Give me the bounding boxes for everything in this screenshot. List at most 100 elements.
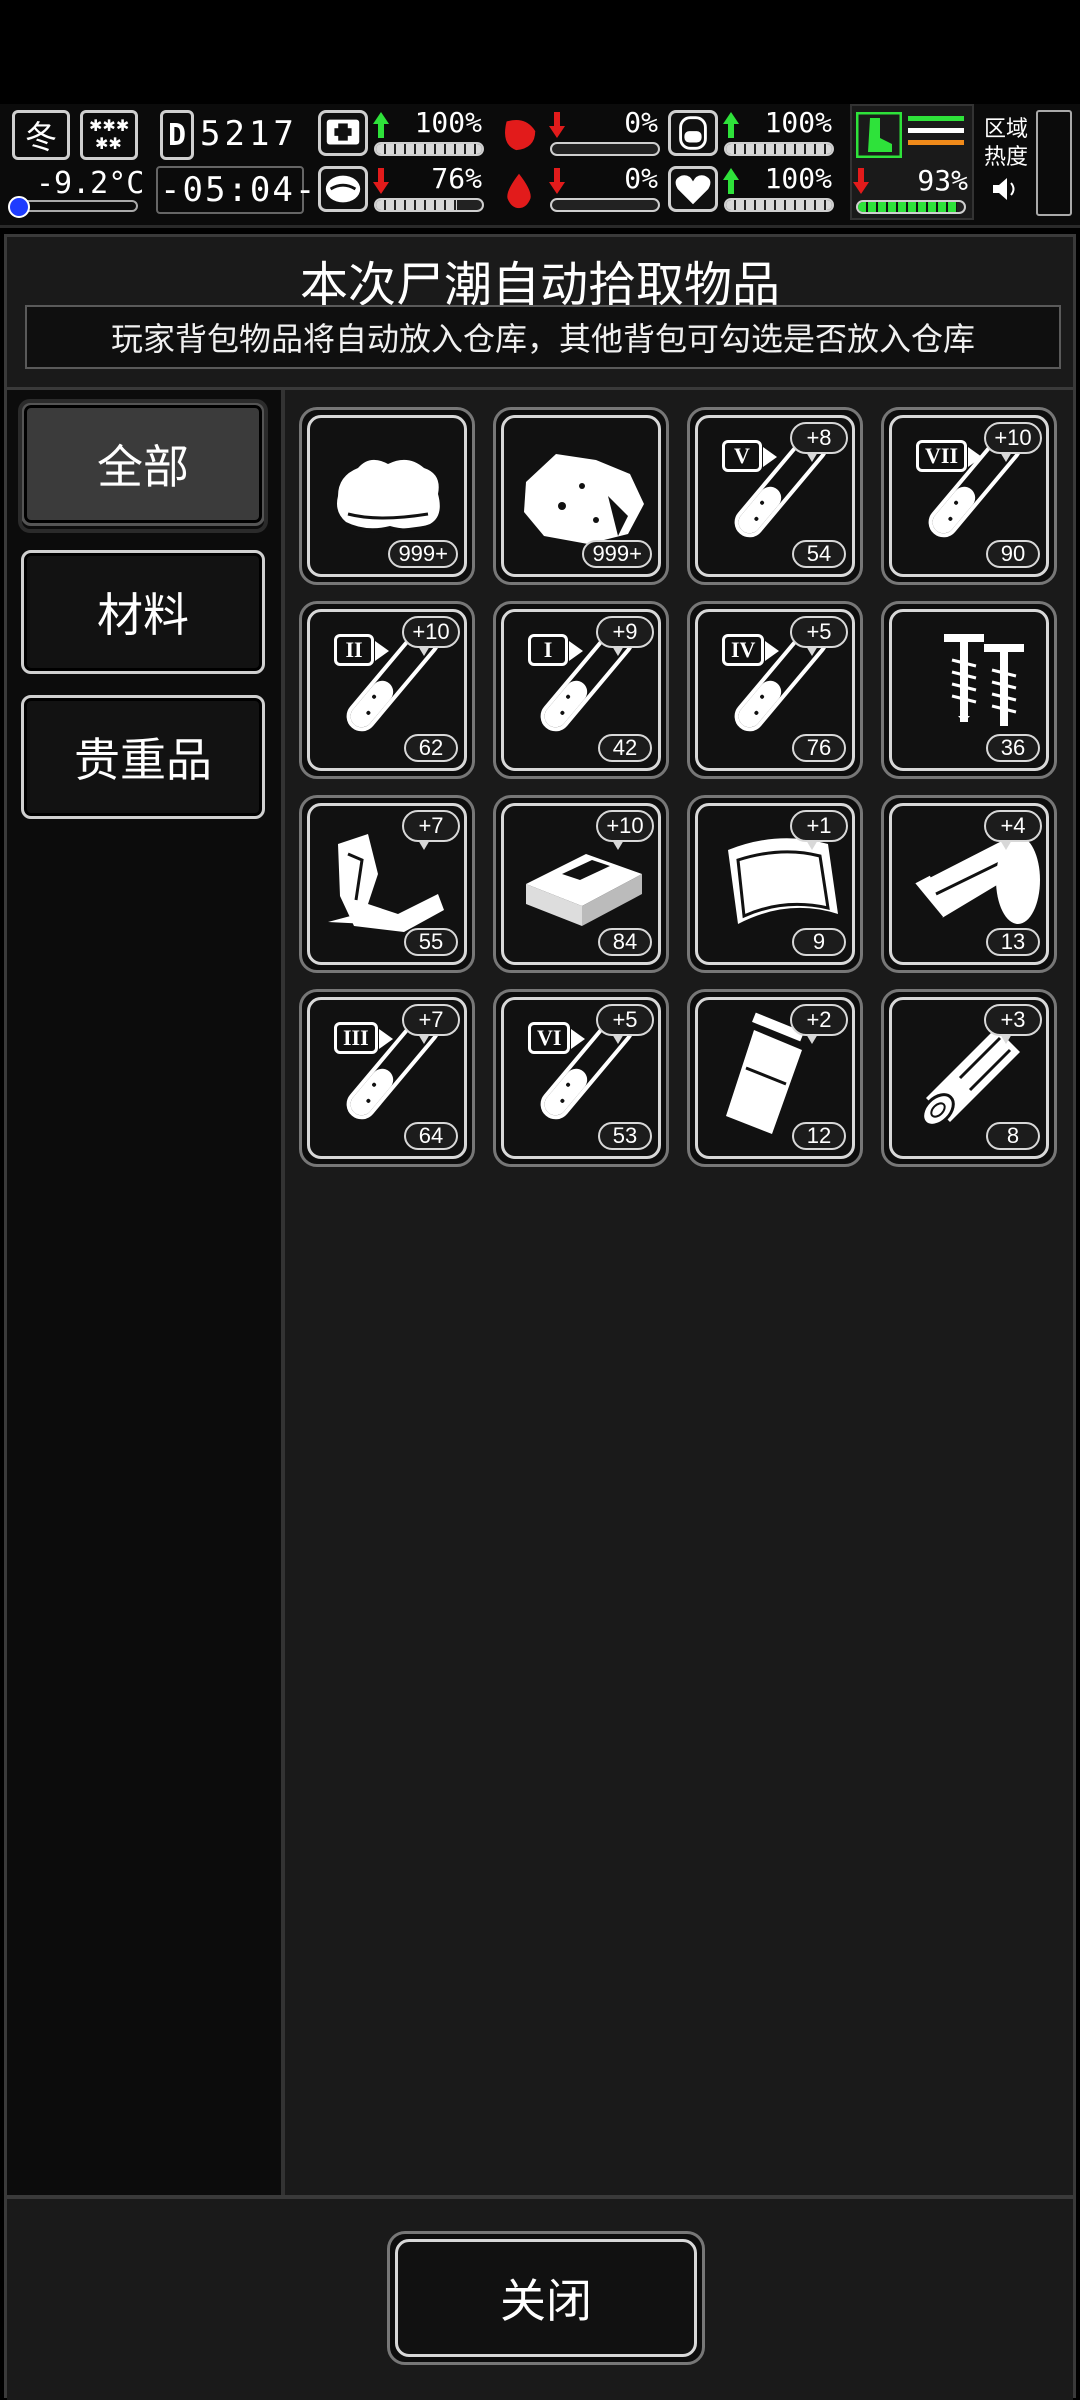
hunger-pct: 0% [624, 106, 658, 139]
tier-label: III [334, 1022, 393, 1054]
stamina-lines [908, 116, 964, 145]
item-slot[interactable]: +2 12 [687, 989, 863, 1167]
category-sidebar: 全部 材料 贵重品 [7, 390, 285, 2195]
day-prefix-box: D [160, 110, 194, 160]
mental-icon [318, 166, 368, 212]
item-count: 84 [598, 928, 652, 956]
region-heat-label: 区域热度 [984, 117, 1029, 170]
bonus-badge: +8 [790, 422, 848, 462]
item-slot[interactable]: +7 55 [299, 795, 475, 973]
temperature-knob [8, 196, 30, 218]
dialog-subtitle: 玩家背包物品将自动放入仓库，其他背包可勾选是否放入仓库 [25, 305, 1061, 369]
close-button-label: 关闭 [500, 2274, 592, 2328]
tab-valuables[interactable]: 贵重品 [21, 695, 265, 819]
tab-valuables-label: 贵重品 [74, 733, 212, 787]
item-slot[interactable]: +3 8 [881, 989, 1057, 1167]
item-count: 76 [792, 734, 846, 762]
item-slot[interactable]: IV +5 76 [687, 601, 863, 779]
bonus-badge: +5 [596, 1004, 654, 1044]
stamina-pct: 93% [917, 164, 968, 197]
mental-bar [374, 198, 484, 212]
tier-label: I [528, 634, 583, 666]
boot-icon [855, 111, 903, 159]
item-slot[interactable]: +10 84 [493, 795, 669, 973]
temperature-readout: -9.2°C [36, 166, 145, 201]
ore-rock-icon [524, 454, 644, 544]
item-count: 9 [792, 928, 846, 956]
item-slot[interactable]: I +9 42 [493, 601, 669, 779]
heart-bar [724, 198, 834, 212]
thirst-icon [494, 166, 544, 212]
tab-materials-label: 材料 [97, 588, 189, 642]
heart-icon [668, 166, 718, 212]
item-count: 999+ [388, 540, 458, 568]
tab-all[interactable]: 全部 [18, 399, 268, 533]
heart-pct: 100% [764, 162, 832, 195]
item-slot[interactable]: +4 13 [881, 795, 1057, 973]
energy-pct: 100% [764, 106, 832, 139]
region-heat-meter [1036, 110, 1072, 216]
thirst-pct: 0% [624, 162, 658, 195]
bonus-badge: +1 [790, 810, 848, 850]
dialog-footer: 关闭 [7, 2195, 1073, 2400]
item-count: 55 [404, 928, 458, 956]
svg-text:✱✱✱: ✱✱✱ [89, 117, 129, 135]
item-count: 12 [792, 1122, 846, 1150]
item-count: 54 [792, 540, 846, 568]
item-slot[interactable]: 999+ [299, 407, 475, 585]
item-count: 62 [404, 734, 458, 762]
tier-label: II [334, 634, 389, 666]
item-slot[interactable]: VII +10 90 [881, 407, 1057, 585]
stamina-bar [856, 200, 966, 214]
item-slot[interactable]: II +10 62 [299, 601, 475, 779]
clock-time: -05:04- [160, 170, 318, 210]
svg-text:✱✱: ✱✱ [95, 134, 122, 153]
day-counter: 5217 [200, 114, 298, 154]
item-slot[interactable]: V +8 54 [687, 407, 863, 585]
item-slot[interactable]: +1 9 [687, 795, 863, 973]
bonus-badge: +4 [984, 810, 1042, 850]
item-count: 90 [986, 540, 1040, 568]
item-count: 64 [404, 1122, 458, 1150]
item-slot[interactable]: 999+ [493, 407, 669, 585]
tier-label: V [722, 440, 777, 472]
sound-icon[interactable] [990, 174, 1020, 204]
tier-label: VI [528, 1022, 587, 1054]
hunger-bar [550, 142, 660, 156]
item-count: 8 [986, 1122, 1040, 1150]
item-count: 13 [986, 928, 1040, 956]
tier-label: IV [722, 634, 781, 666]
tab-materials[interactable]: 材料 [21, 550, 265, 674]
item-count: 36 [986, 734, 1040, 762]
screws-icon [944, 634, 1024, 726]
health-icon [318, 110, 368, 156]
item-slot[interactable]: 36 [881, 601, 1057, 779]
status-hud: 冬 ✱✱✱ ✱✱ -9.2°C D 5217 -05:04- 100% 0% 1… [0, 104, 1080, 228]
bonus-badge: +3 [984, 1004, 1042, 1044]
energy-bar [724, 142, 834, 156]
season-label: 冬 [24, 118, 57, 156]
temperature-slider [12, 200, 138, 212]
cloth-icon [337, 459, 440, 533]
bonus-badge: +5 [790, 616, 848, 656]
hunger-icon [494, 110, 544, 156]
bonus-badge: +10 [596, 810, 654, 850]
item-slot[interactable]: VI +5 53 [493, 989, 669, 1167]
close-button[interactable]: 关闭 [387, 2231, 705, 2365]
item-count: 999+ [582, 540, 652, 568]
bonus-badge: +2 [790, 1004, 848, 1044]
health-bar [374, 142, 484, 156]
thirst-bar [550, 198, 660, 212]
item-slot[interactable]: III +7 64 [299, 989, 475, 1167]
item-count: 42 [598, 734, 652, 762]
bonus-badge: +9 [596, 616, 654, 656]
auto-pickup-dialog: 本次尸潮自动拾取物品 玩家背包物品将自动放入仓库，其他背包可勾选是否放入仓库 全… [4, 234, 1076, 2400]
tab-all-label: 全部 [97, 440, 189, 494]
bonus-badge: +7 [402, 1004, 460, 1044]
mental-pct: 76% [431, 162, 482, 195]
bonus-badge: +7 [402, 810, 460, 850]
energy-icon [668, 110, 718, 156]
season-box: 冬 [12, 110, 70, 160]
item-count: 53 [598, 1122, 652, 1150]
tier-label: VII [916, 440, 983, 472]
